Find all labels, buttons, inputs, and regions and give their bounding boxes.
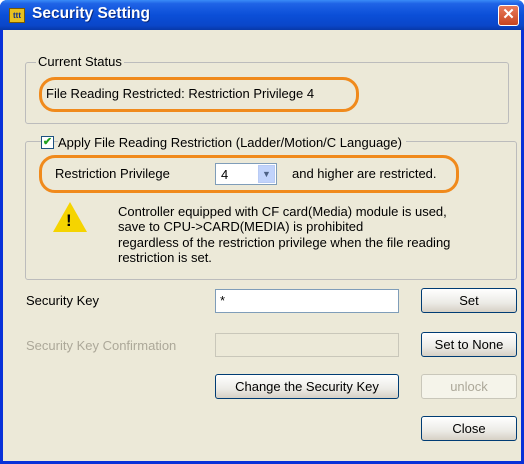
security-key-confirmation-input [215,333,399,357]
window-title: Security Setting [32,5,150,22]
warning-line-3: regardless of the restriction privilege … [118,235,451,250]
current-status-text: File Reading Restricted: Restriction Pri… [46,86,315,101]
set-button[interactable]: Set [421,288,517,313]
security-setting-dialog: ttt Security Setting ✕ Current Status Fi… [0,0,524,464]
warning-line-2: save to CPU->CARD(MEDIA) is prohibited [118,219,364,234]
security-key-confirmation-label: Security Key Confirmation [26,338,177,353]
warning-mark: ! [66,211,72,230]
app-icon: ttt [9,8,25,23]
set-to-none-button[interactable]: Set to None [421,332,517,357]
chevron-down-icon[interactable]: ▼ [258,165,275,183]
privilege-label: Restriction Privilege [55,166,170,181]
title-bar[interactable]: ttt Security Setting ✕ [0,0,524,30]
apply-restriction-checkbox[interactable]: ✔ [41,136,54,149]
apply-restriction-label[interactable]: Apply File Reading Restriction (Ladder/M… [58,135,406,150]
change-security-key-button[interactable]: Change the Security Key [215,374,399,399]
privilege-suffix: and higher are restricted. [292,166,437,181]
unlock-button: unlock [421,374,517,399]
close-button[interactable]: Close [421,416,517,441]
privilege-select-value: 4 [221,167,229,182]
warning-line-1: Controller equipped with CF card(Media) … [118,204,447,219]
security-key-label: Security Key [26,293,99,308]
security-key-value: * [220,293,226,308]
security-key-input[interactable]: * [215,289,399,313]
close-icon[interactable]: ✕ [498,5,519,26]
current-status-legend: Current Status [36,54,124,69]
privilege-select[interactable]: 4 ▼ [215,163,277,185]
warning-line-4: restriction is set. [118,250,212,265]
